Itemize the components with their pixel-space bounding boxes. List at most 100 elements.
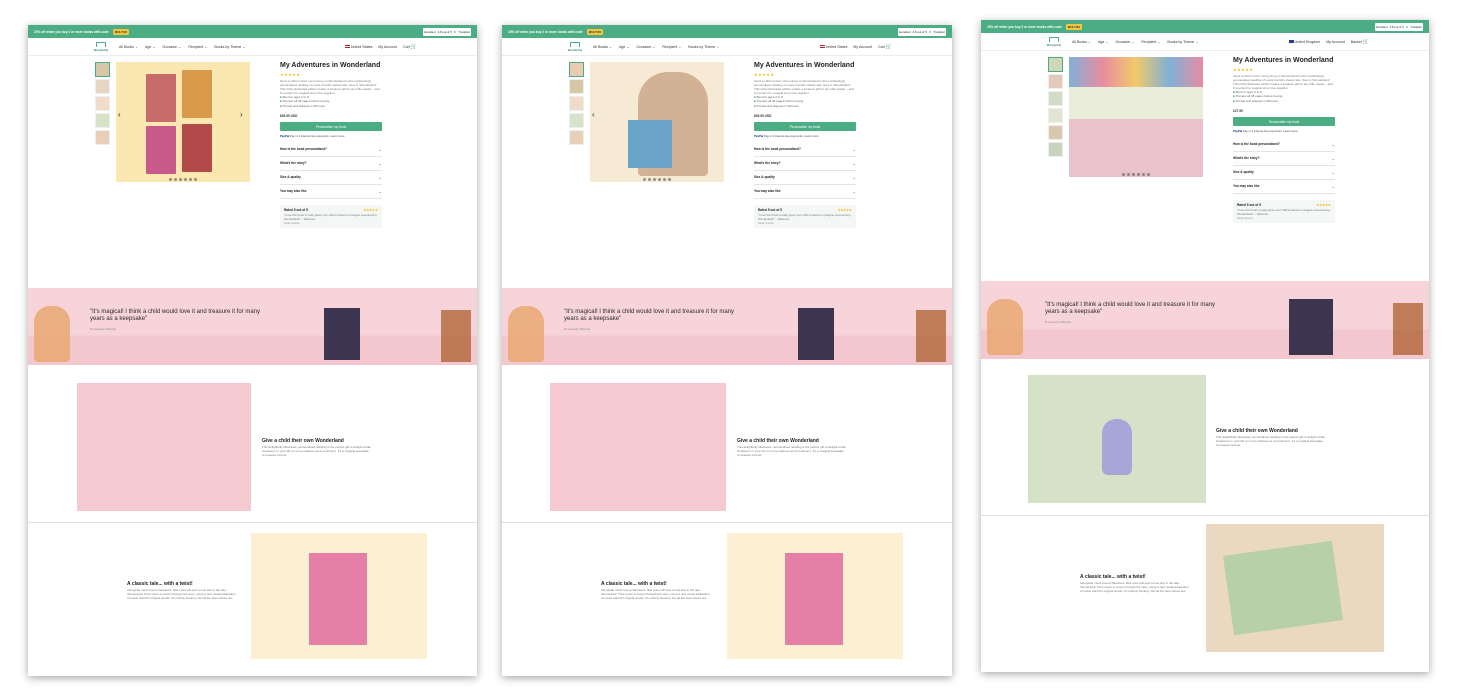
product-title: My Adventures in Wonderland — [1233, 57, 1334, 64]
thumbnail[interactable] — [569, 130, 584, 145]
carousel-dot[interactable] — [174, 178, 177, 181]
thumbnail[interactable] — [95, 79, 110, 94]
carousel-dot[interactable] — [653, 178, 656, 181]
thumbnail[interactable] — [95, 96, 110, 111]
thumbnail[interactable] — [1048, 142, 1063, 157]
chevron-right-icon[interactable]: › — [240, 110, 243, 119]
nav-item[interactable]: Recipient ⌄ — [1141, 40, 1160, 44]
carousel-dot[interactable] — [668, 178, 671, 181]
nav-item[interactable]: All Books ⌄ — [119, 45, 138, 49]
trustpilot-star-icon: ★ — [453, 29, 457, 34]
nav-item[interactable]: Occasion ⌄ — [1115, 40, 1134, 44]
region-selector[interactable]: United States — [819, 45, 847, 49]
carousel-dot[interactable] — [1127, 173, 1130, 176]
faq-item[interactable]: How is the book personalised? ⌄ — [1233, 138, 1335, 153]
nav-item[interactable]: Age ⌄ — [145, 45, 155, 49]
carousel-dot[interactable] — [189, 178, 192, 181]
section-body: Alongside much-loved characters, little … — [127, 588, 236, 600]
faq-item[interactable]: Size & quality ⌄ — [1233, 166, 1335, 181]
book-cover-image — [324, 308, 360, 360]
thumbnail[interactable] — [1048, 74, 1063, 89]
book-cover-image — [785, 553, 843, 645]
review-card: Rated 5 out of 5 ★★★★★ "I love this book!… — [280, 205, 382, 229]
carousel-dot[interactable] — [1132, 173, 1135, 176]
faq-item[interactable]: How is the book personalised? ⌄ — [280, 143, 382, 158]
thumbnail[interactable] — [95, 62, 110, 77]
trustpilot-widget[interactable]: Excellent 4.8 out of 5 ★ Trustpilot — [898, 27, 946, 36]
faq-item[interactable]: You may also like ⌄ — [280, 185, 382, 200]
thumbnail[interactable] — [95, 130, 110, 145]
read-reviews-link[interactable]: Read reviews — [758, 222, 852, 225]
nav-item[interactable]: Books by Theme ⌄ — [1167, 40, 1198, 44]
carousel-dot[interactable] — [179, 178, 182, 181]
check-icon: ■ — [1233, 94, 1235, 99]
cart-icon: 🛒 — [885, 43, 892, 50]
faq-item[interactable]: How is the book personalised? ⌄ — [754, 143, 856, 158]
personalise-button[interactable]: Personalise my book — [1233, 117, 1335, 127]
account-link[interactable]: My Account — [378, 45, 397, 49]
read-reviews-link[interactable]: Read reviews — [1237, 217, 1331, 220]
chevron-left-icon[interactable]: ‹ — [118, 110, 121, 119]
party-table-photo — [1069, 119, 1203, 177]
nav-item[interactable]: Recipient ⌄ — [188, 45, 207, 49]
carousel-dot[interactable] — [194, 178, 197, 181]
section-image — [77, 383, 251, 511]
trustpilot-widget[interactable]: Excellent 4.8 out of 5 ★ Trustpilot — [1375, 22, 1423, 31]
faq-item[interactable]: You may also like ⌄ — [1233, 180, 1335, 195]
faq-item[interactable]: Size & quality ⌄ — [754, 171, 856, 186]
faq-item[interactable]: What's the story? ⌄ — [754, 157, 856, 172]
carousel-dot[interactable] — [643, 178, 646, 181]
region-selector[interactable]: United States — [344, 45, 372, 49]
thumbnail[interactable] — [569, 79, 584, 94]
thumbnail[interactable] — [1048, 108, 1063, 123]
logo[interactable]: Wonderbly — [564, 41, 586, 52]
chevron-left-icon[interactable]: ‹ — [592, 110, 595, 119]
promo-text: 15% off when you buy 2 or more books wit… — [987, 24, 1062, 29]
account-link[interactable]: My Account — [853, 45, 872, 49]
cart-link[interactable]: Cart 🛒 — [403, 44, 417, 50]
thumbnail[interactable] — [569, 96, 584, 111]
carousel-dot[interactable] — [1147, 173, 1150, 176]
faq-item[interactable]: What's the story? ⌄ — [1233, 152, 1335, 167]
nav-item[interactable]: Recipient ⌄ — [662, 45, 681, 49]
basket-link[interactable]: Basket 🛒 — [1351, 39, 1369, 45]
nav-item[interactable]: Occasion ⌄ — [162, 45, 181, 49]
thumbnail[interactable] — [95, 113, 110, 128]
carousel-dot[interactable] — [1142, 173, 1145, 176]
region-selector[interactable]: United Kingdom — [1288, 40, 1320, 44]
account-link[interactable]: My Account — [1326, 40, 1345, 44]
personalise-button[interactable]: Personalise my book — [754, 122, 856, 132]
thumbnail[interactable] — [1048, 57, 1063, 72]
product-section: My Adventures in Wonderland ★★★★★ Send a… — [981, 51, 1429, 281]
nav-item[interactable]: Age ⌄ — [619, 45, 629, 49]
nav-item[interactable]: Age ⌄ — [1098, 40, 1108, 44]
logo[interactable]: Wonderbly — [90, 41, 112, 52]
thumbnail-strip — [569, 62, 586, 147]
faq-item[interactable]: What's the story? ⌄ — [280, 157, 382, 172]
logo[interactable]: Wonderbly — [1043, 36, 1065, 47]
thumbnail[interactable] — [569, 62, 584, 77]
carousel-dot[interactable] — [648, 178, 651, 181]
carousel-dot[interactable] — [169, 178, 172, 181]
carousel-dot[interactable] — [658, 178, 661, 181]
nav-item[interactable]: All Books ⌄ — [593, 45, 612, 49]
carousel-dot[interactable] — [663, 178, 666, 181]
faq-item[interactable]: You may also like ⌄ — [754, 185, 856, 200]
faq-item[interactable]: Size & quality ⌄ — [280, 171, 382, 186]
trustpilot-widget[interactable]: Excellent 4.8 out of 5 ★ Trustpilot — [423, 27, 471, 36]
cart-link[interactable]: Cart 🛒 — [878, 44, 892, 50]
carousel-dot[interactable] — [1122, 173, 1125, 176]
nav-item[interactable]: Books by Theme ⌄ — [688, 45, 719, 49]
chevron-down-icon: ⌄ — [1331, 156, 1335, 162]
personalise-button[interactable]: Personalise my book — [280, 122, 382, 132]
thumbnail[interactable] — [1048, 125, 1063, 140]
nav-item[interactable]: Occasion ⌄ — [636, 45, 655, 49]
read-reviews-link[interactable]: Read reviews — [284, 222, 378, 225]
carousel-dot[interactable] — [184, 178, 187, 181]
thumbnail[interactable] — [569, 113, 584, 128]
carousel-dot[interactable] — [1137, 173, 1140, 176]
thumbnail[interactable] — [1048, 91, 1063, 106]
nav-item[interactable]: Books by Theme ⌄ — [214, 45, 245, 49]
nav-item[interactable]: All Books ⌄ — [1072, 40, 1091, 44]
review-stars: ★★★★★ — [363, 208, 378, 213]
